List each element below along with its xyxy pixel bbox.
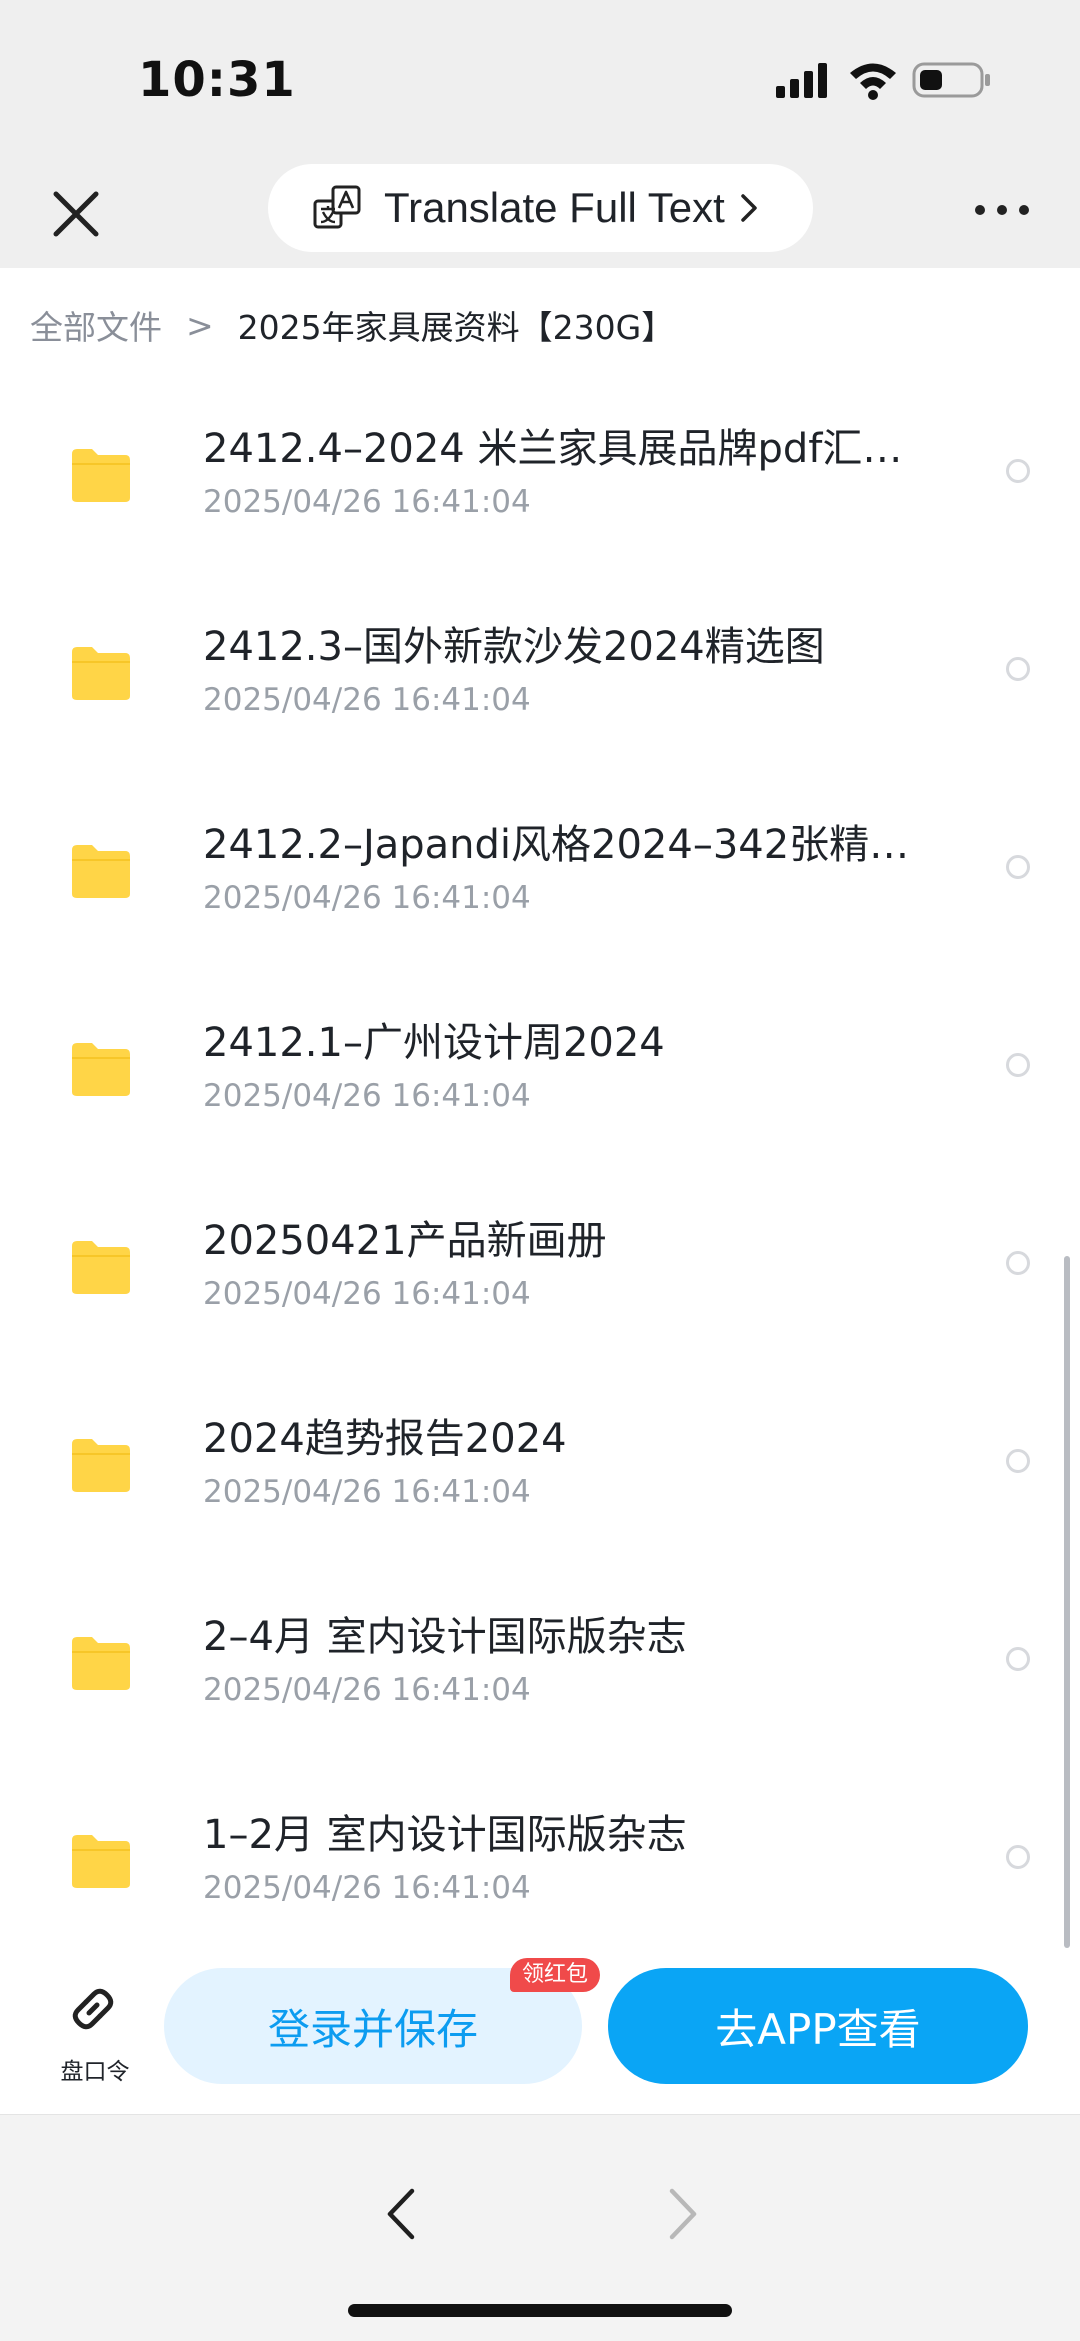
top-nav: Translate Full Text (0, 150, 1080, 268)
file-name: 2412.1–广州设计周2024 (203, 1020, 665, 1066)
status-time: 10:31 (138, 52, 296, 108)
open-app-button[interactable]: 去APP查看 (608, 1968, 1028, 2084)
file-row[interactable]: 2–4月 室内设计国际版杂志 2025/04/26 16:41:04 (0, 1586, 1080, 1784)
select-radio[interactable] (1006, 1053, 1030, 1077)
file-date: 2025/04/26 16:41:04 (203, 682, 531, 718)
file-name: 2–4月 室内设计国际版杂志 (203, 1614, 687, 1660)
translate-icon (313, 185, 361, 229)
select-radio[interactable] (1006, 1845, 1030, 1869)
close-icon[interactable] (44, 182, 108, 246)
file-row[interactable]: 2024趋势报告2024 2025/04/26 16:41:04 (0, 1388, 1080, 1586)
file-name: 20250421产品新画册 (203, 1218, 607, 1264)
breadcrumb-separator: > (186, 305, 214, 345)
home-indicator[interactable] (348, 2304, 732, 2317)
file-row[interactable]: 2412.4–2024 米兰家具展品牌pdf汇… 2025/04/26 16:4… (0, 398, 1080, 596)
select-radio[interactable] (1006, 1251, 1030, 1275)
share-code-button[interactable]: 盘口令 (48, 1972, 142, 2085)
browser-nav (0, 2114, 1080, 2341)
signal-icon (776, 63, 827, 98)
folder-icon (72, 1637, 130, 1690)
file-name: 2412.2–Japandi风格2024–342张精… (203, 822, 910, 868)
file-row[interactable]: 2412.1–广州设计周2024 2025/04/26 16:41:04 (0, 992, 1080, 1190)
link-icon (72, 1988, 114, 2030)
file-row[interactable]: 2412.2–Japandi风格2024–342张精… 2025/04/26 1… (0, 794, 1080, 992)
chevron-right-icon (741, 194, 757, 222)
translate-full-text-button[interactable]: Translate Full Text (268, 164, 813, 252)
folder-icon (72, 647, 130, 700)
file-name: 2412.4–2024 米兰家具展品牌pdf汇… (203, 426, 903, 472)
folder-icon (72, 1043, 130, 1096)
select-radio[interactable] (1006, 855, 1030, 879)
breadcrumb-current: 2025年家具展资料【230G】 (237, 308, 675, 347)
file-date: 2025/04/26 16:41:04 (203, 1276, 531, 1312)
file-date: 2025/04/26 16:41:04 (203, 484, 531, 520)
file-date: 2025/04/26 16:41:04 (203, 1672, 531, 1708)
battery-icon (912, 62, 990, 98)
folder-icon (72, 449, 130, 502)
folder-icon (72, 845, 130, 898)
folder-icon (72, 1241, 130, 1294)
file-name: 1–2月 室内设计国际版杂志 (203, 1812, 687, 1858)
forward-chevron-icon[interactable] (660, 2183, 704, 2245)
back-chevron-icon[interactable] (380, 2183, 424, 2245)
select-radio[interactable] (1006, 1647, 1030, 1671)
action-bar: 盘口令 登录并保存 领红包 去APP查看 (0, 1956, 1080, 2114)
file-name: 2024趋势报告2024 (203, 1416, 567, 1462)
file-date: 2025/04/26 16:41:04 (203, 1474, 531, 1510)
wifi-icon (850, 63, 896, 100)
file-row[interactable]: 20250421产品新画册 2025/04/26 16:41:04 (0, 1190, 1080, 1388)
folder-icon (72, 1439, 130, 1492)
select-radio[interactable] (1006, 459, 1030, 483)
folder-icon (72, 1835, 130, 1888)
file-row[interactable]: 1–2月 室内设计国际版杂志 2025/04/26 16:41:04 (0, 1784, 1080, 1956)
file-name: 2412.3–国外新款沙发2024精选图 (203, 624, 825, 670)
select-radio[interactable] (1006, 1449, 1030, 1473)
file-date: 2025/04/26 16:41:04 (203, 1078, 531, 1114)
status-bar: 10:31 (0, 0, 1080, 150)
breadcrumb-root[interactable]: 全部文件 (30, 301, 162, 349)
file-list: 2412.4–2024 米兰家具展品牌pdf汇… 2025/04/26 16:4… (0, 398, 1080, 1956)
file-row[interactable]: 2412.3–国外新款沙发2024精选图 2025/04/26 16:41:04 (0, 596, 1080, 794)
select-radio[interactable] (1006, 657, 1030, 681)
file-date: 2025/04/26 16:41:04 (203, 880, 531, 916)
file-browser: 全部文件 > 2025年家具展资料【230G】 2412.4–2024 米兰家具… (0, 268, 1080, 1956)
more-icon[interactable] (972, 190, 1032, 230)
scrollbar[interactable] (1064, 1256, 1070, 1948)
breadcrumb: 全部文件 > 2025年家具展资料【230G】 (30, 302, 674, 348)
share-code-label: 盘口令 (60, 2059, 130, 2085)
translate-label: Translate Full Text (384, 184, 725, 231)
file-date: 2025/04/26 16:41:04 (203, 1870, 531, 1906)
red-packet-badge: 领红包 (510, 1958, 601, 1992)
